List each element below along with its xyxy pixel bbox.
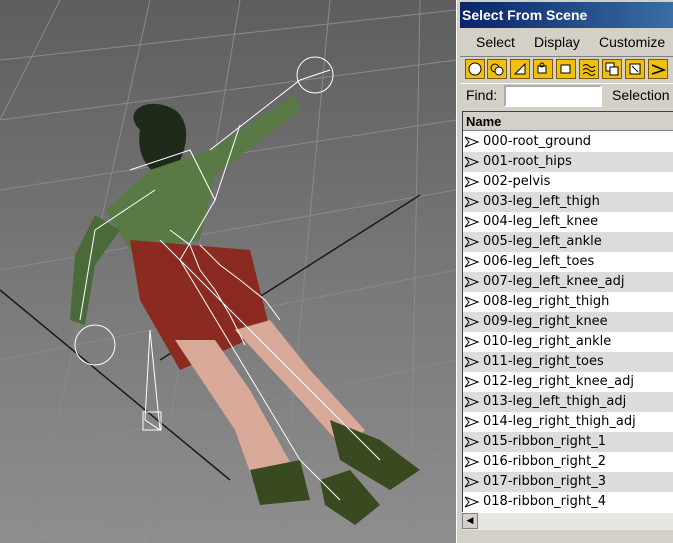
list-item[interactable]: 008-leg_right_thigh	[463, 292, 673, 312]
menu-display[interactable]: Display	[534, 32, 580, 52]
list-item-label: 006-leg_left_toes	[483, 254, 595, 269]
menu-bar: Select Display Customize	[460, 30, 673, 54]
list-item[interactable]: 013-leg_left_thigh_adj	[463, 392, 673, 412]
bone-icon	[464, 476, 480, 488]
dialog-title[interactable]: Select From Scene	[460, 2, 673, 28]
circle-filter-icon[interactable]	[465, 59, 485, 79]
select-from-scene-dialog: Select From Scene Select Display Customi…	[458, 0, 673, 543]
bone-icon	[464, 496, 480, 508]
list-item-label: 000-root_ground	[483, 134, 592, 149]
list-item-label: 004-leg_left_knee	[483, 214, 599, 229]
find-input[interactable]	[504, 85, 602, 107]
list-item[interactable]: 018-ribbon_right_4	[463, 492, 673, 512]
dialog-bottom-edge	[458, 530, 673, 543]
object-rows: 000-root_ground 001-root_hips 002-pelvis 00…	[463, 132, 673, 512]
3d-viewport[interactable]	[0, 0, 456, 543]
bone-icon	[464, 356, 480, 368]
character-model	[70, 95, 420, 525]
bone-icon	[464, 176, 480, 188]
bone-icon	[464, 316, 480, 328]
spacewarp-filter-icon[interactable]	[579, 59, 599, 79]
overlap-filter-icon[interactable]	[487, 59, 507, 79]
bone-icon	[464, 376, 480, 388]
list-item-label: 012-leg_right_knee_adj	[483, 374, 635, 389]
list-item-label: 011-leg_right_toes	[483, 354, 604, 369]
list-item[interactable]: 002-pelvis	[463, 172, 673, 192]
horizontal-scrollbar[interactable]: ◀	[462, 512, 673, 530]
list-item-label: 016-ribbon_right_2	[483, 454, 606, 469]
bone-filter-icon[interactable]	[648, 59, 668, 79]
list-item-label: 001-root_hips	[483, 154, 572, 169]
bone-icon	[464, 416, 480, 428]
camera-filter-icon[interactable]	[533, 59, 553, 79]
list-item[interactable]: 011-leg_right_toes	[463, 352, 673, 372]
helper-filter-icon[interactable]	[556, 59, 576, 79]
menu-select[interactable]: Select	[476, 32, 515, 52]
bone-icon	[464, 336, 480, 348]
list-item[interactable]: 001-root_hips	[463, 152, 673, 172]
list-item[interactable]: 003-leg_left_thigh	[463, 192, 673, 212]
column-header-name[interactable]: Name	[463, 112, 673, 131]
bone-icon	[464, 216, 480, 228]
list-item[interactable]: 006-leg_left_toes	[463, 252, 673, 272]
scene-object-list[interactable]: Name 000-root_ground 001-root_hips 002-pel…	[462, 111, 673, 528]
menu-customize[interactable]: Customize	[599, 32, 665, 52]
find-row: Find: Selection	[460, 84, 673, 108]
list-item-label: 005-leg_left_ankle	[483, 234, 602, 249]
bone-icon	[464, 436, 480, 448]
filter-toolbar	[460, 56, 673, 84]
list-item-label: 009-leg_right_knee	[483, 314, 608, 329]
selection-sets-label[interactable]: Selection	[612, 87, 670, 103]
list-item-label: 013-leg_left_thigh_adj	[483, 394, 627, 409]
bone-icon	[464, 256, 480, 268]
bone-icon	[464, 456, 480, 468]
list-item[interactable]: 014-leg_right_thigh_adj	[463, 412, 673, 432]
list-item[interactable]: 000-root_ground	[463, 132, 673, 152]
bone-icon	[464, 236, 480, 248]
bone-icon	[464, 296, 480, 308]
bone-icon	[464, 156, 480, 168]
find-label: Find:	[466, 87, 498, 103]
group-filter-icon[interactable]	[602, 59, 622, 79]
list-item-label: 002-pelvis	[483, 174, 551, 189]
list-item-label: 007-leg_left_knee_adj	[483, 274, 625, 289]
list-item[interactable]: 015-ribbon_right_1	[463, 432, 673, 452]
bone-icon	[464, 276, 480, 288]
bone-icon	[464, 196, 480, 208]
list-item-label: 017-ribbon_right_3	[483, 474, 606, 489]
list-item[interactable]: 004-leg_left_knee	[463, 212, 673, 232]
list-item[interactable]: 007-leg_left_knee_adj	[463, 272, 673, 292]
list-item-label: 003-leg_left_thigh	[483, 194, 600, 209]
bone-icon	[464, 396, 480, 408]
xref-filter-icon[interactable]	[625, 59, 645, 79]
list-item[interactable]: 005-leg_left_ankle	[463, 232, 673, 252]
viewport-scene	[0, 0, 456, 543]
light-filter-icon[interactable]	[510, 59, 530, 79]
bone-icon	[464, 136, 480, 148]
list-item-label: 008-leg_right_thigh	[483, 294, 610, 309]
list-item[interactable]: 012-leg_right_knee_adj	[463, 372, 673, 392]
list-item[interactable]: 009-leg_right_knee	[463, 312, 673, 332]
list-item-label: 018-ribbon_right_4	[483, 494, 606, 509]
list-item[interactable]: 017-ribbon_right_3	[463, 472, 673, 492]
list-item-label: 015-ribbon_right_1	[483, 434, 606, 449]
list-item[interactable]: 010-leg_right_ankle	[463, 332, 673, 352]
scroll-left-icon[interactable]: ◀	[462, 513, 478, 529]
list-item-label: 014-leg_right_thigh_adj	[483, 414, 636, 429]
list-item[interactable]: 016-ribbon_right_2	[463, 452, 673, 472]
list-item-label: 010-leg_right_ankle	[483, 334, 612, 349]
